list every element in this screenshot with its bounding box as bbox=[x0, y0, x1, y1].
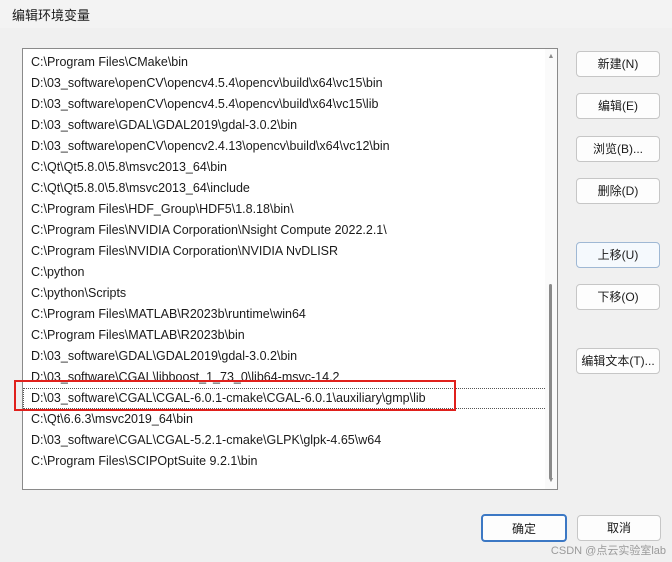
list-item[interactable]: D:\03_software\GDAL\GDAL2019\gdal-3.0.2\… bbox=[23, 346, 549, 367]
list-item[interactable]: C:\Program Files\NVIDIA Corporation\Nsig… bbox=[23, 220, 549, 241]
list-item[interactable]: D:\03_software\CGAL\libboost_1_73_0\lib6… bbox=[23, 367, 549, 388]
scroll-down-arrow-icon[interactable]: ▼ bbox=[545, 475, 557, 487]
list-scrollbar[interactable]: ▲ ▼ bbox=[545, 49, 557, 489]
list-item[interactable]: C:\Program Files\HDF_Group\HDF5\1.8.18\b… bbox=[23, 199, 549, 220]
list-item[interactable]: C:\Qt\Qt5.8.0\5.8\msvc2013_64\bin bbox=[23, 157, 549, 178]
ok-button[interactable]: 确定 bbox=[481, 514, 567, 542]
scroll-up-arrow-icon[interactable]: ▲ bbox=[545, 51, 557, 63]
list-item[interactable]: C:\Program Files\MATLAB\R2023b\bin bbox=[23, 325, 549, 346]
watermark: CSDN @点云实验室lab bbox=[550, 545, 666, 557]
list-item[interactable]: C:\Program Files\MATLAB\R2023b\runtime\w… bbox=[23, 304, 549, 325]
list-item[interactable]: C:\Program Files\NVIDIA Corporation\NVID… bbox=[23, 241, 549, 262]
list-item[interactable]: C:\python bbox=[23, 262, 549, 283]
list-item[interactable]: C:\Qt\Qt5.8.0\5.8\msvc2013_64\include bbox=[23, 178, 549, 199]
list-item[interactable]: C:\Program Files\SCIPOptSuite 9.2.1\bin bbox=[23, 451, 549, 472]
cancel-button[interactable]: 取消 bbox=[577, 515, 661, 541]
list-item[interactable]: D:\03_software\CGAL\CGAL-6.0.1-cmake\CGA… bbox=[23, 388, 549, 409]
path-list[interactable]: C:\Program Files\CMake\bin D:\03_software… bbox=[22, 48, 558, 490]
list-item[interactable]: D:\03_software\openCV\opencv2.4.13\openc… bbox=[23, 136, 549, 157]
list-item[interactable]: C:\Qt\6.6.3\msvc2019_64\bin bbox=[23, 409, 549, 430]
list-item[interactable]: C:\python\Scripts bbox=[23, 283, 549, 304]
list-item[interactable]: D:\03_software\openCV\opencv4.5.4\opencv… bbox=[23, 73, 549, 94]
path-list-rows: C:\Program Files\CMake\bin D:\03_software… bbox=[23, 52, 549, 472]
edit-text-button[interactable]: 编辑文本(T)... bbox=[576, 348, 660, 374]
window-title: 编辑环境变量 bbox=[12, 8, 91, 23]
delete-button[interactable]: 删除(D) bbox=[576, 178, 660, 204]
move-down-button[interactable]: 下移(O) bbox=[576, 284, 660, 310]
move-up-button[interactable]: 上移(U) bbox=[576, 242, 660, 268]
list-item[interactable]: C:\Program Files\CMake\bin bbox=[23, 52, 549, 73]
scrollbar-thumb[interactable] bbox=[549, 284, 552, 479]
title-bar: 编辑环境变量 bbox=[0, 0, 672, 28]
list-item[interactable]: D:\03_software\openCV\opencv4.5.4\opencv… bbox=[23, 94, 549, 115]
edit-button[interactable]: 编辑(E) bbox=[576, 93, 660, 119]
new-button[interactable]: 新建(N) bbox=[576, 51, 660, 77]
list-item[interactable]: D:\03_software\CGAL\CGAL-5.2.1-cmake\GLP… bbox=[23, 430, 549, 451]
browse-button[interactable]: 浏览(B)... bbox=[576, 136, 660, 162]
list-item[interactable]: D:\03_software\GDAL\GDAL2019\gdal-3.0.2\… bbox=[23, 115, 549, 136]
